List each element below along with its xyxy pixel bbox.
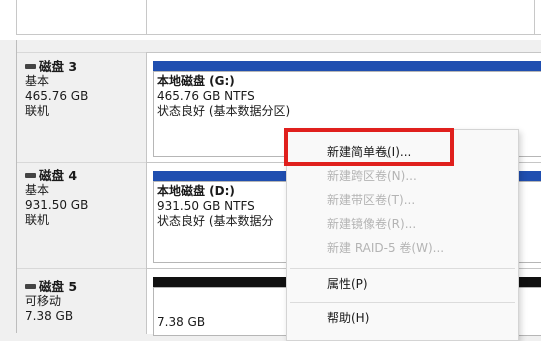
disk-size: 7.38 GB: [25, 309, 74, 323]
column-divider: [146, 0, 147, 34]
menu-separator: [290, 268, 515, 269]
disk-4-header[interactable]: 磁盘 4 基本 931.50 GB 联机: [17, 162, 146, 269]
disk-name: 磁盘 3: [39, 59, 78, 74]
menu-item-new-spanned-volume: 新建跨区卷(N)...: [327, 169, 417, 183]
mouse-cursor-icon: ↖: [381, 148, 391, 161]
primary-partition-bar: [153, 61, 541, 71]
disk-4-name-row: 磁盘 4: [25, 168, 146, 183]
volume-title: 本地磁盘 (G:): [157, 74, 235, 88]
menu-item-new-striped-volume: 新建带区卷(T)...: [327, 193, 416, 207]
volume-filesystem: 465.76 GB NTFS: [157, 89, 255, 103]
disk-type: 基本: [25, 74, 50, 88]
menu-item-properties[interactable]: 属性(P): [327, 272, 368, 296]
disk-size: 465.76 GB: [25, 89, 89, 103]
row-divider: [16, 34, 541, 35]
disk-icon: [25, 173, 36, 178]
menu-separator: [290, 302, 515, 303]
disk-type: 基本: [25, 183, 50, 197]
disk-3-name-row: 磁盘 3: [25, 59, 146, 74]
disk-status: 联机: [25, 104, 50, 118]
disk-5-name-row: 磁盘 5: [25, 279, 146, 294]
column-divider: [16, 0, 17, 34]
column-divider: [534, 0, 535, 34]
disk-status: 联机: [25, 213, 50, 227]
disk-size: 931.50 GB: [25, 198, 89, 212]
volume-list-remnant: [0, 0, 541, 40]
menu-item-new-mirrored-volume: 新建镜像卷(R)...: [327, 217, 417, 231]
disk-5-header[interactable]: 磁盘 5 可移动 7.38 GB: [17, 268, 146, 334]
disk-3-header[interactable]: 磁盘 3 基本 465.76 GB 联机: [17, 52, 146, 163]
volume-state: 状态良好 (基本数据分区): [157, 104, 291, 118]
disk-icon: [25, 64, 36, 69]
menu-item-new-raid5-volume: 新建 RAID-5 卷(W)...: [327, 241, 445, 255]
disk-type: 可移动: [25, 294, 62, 308]
disk-icon: [25, 284, 36, 289]
disk-name: 磁盘 4: [39, 168, 78, 183]
highlight-box: [284, 128, 454, 166]
disk-name: 磁盘 5: [39, 279, 78, 294]
menu-item-help[interactable]: 帮助(H): [327, 306, 369, 330]
